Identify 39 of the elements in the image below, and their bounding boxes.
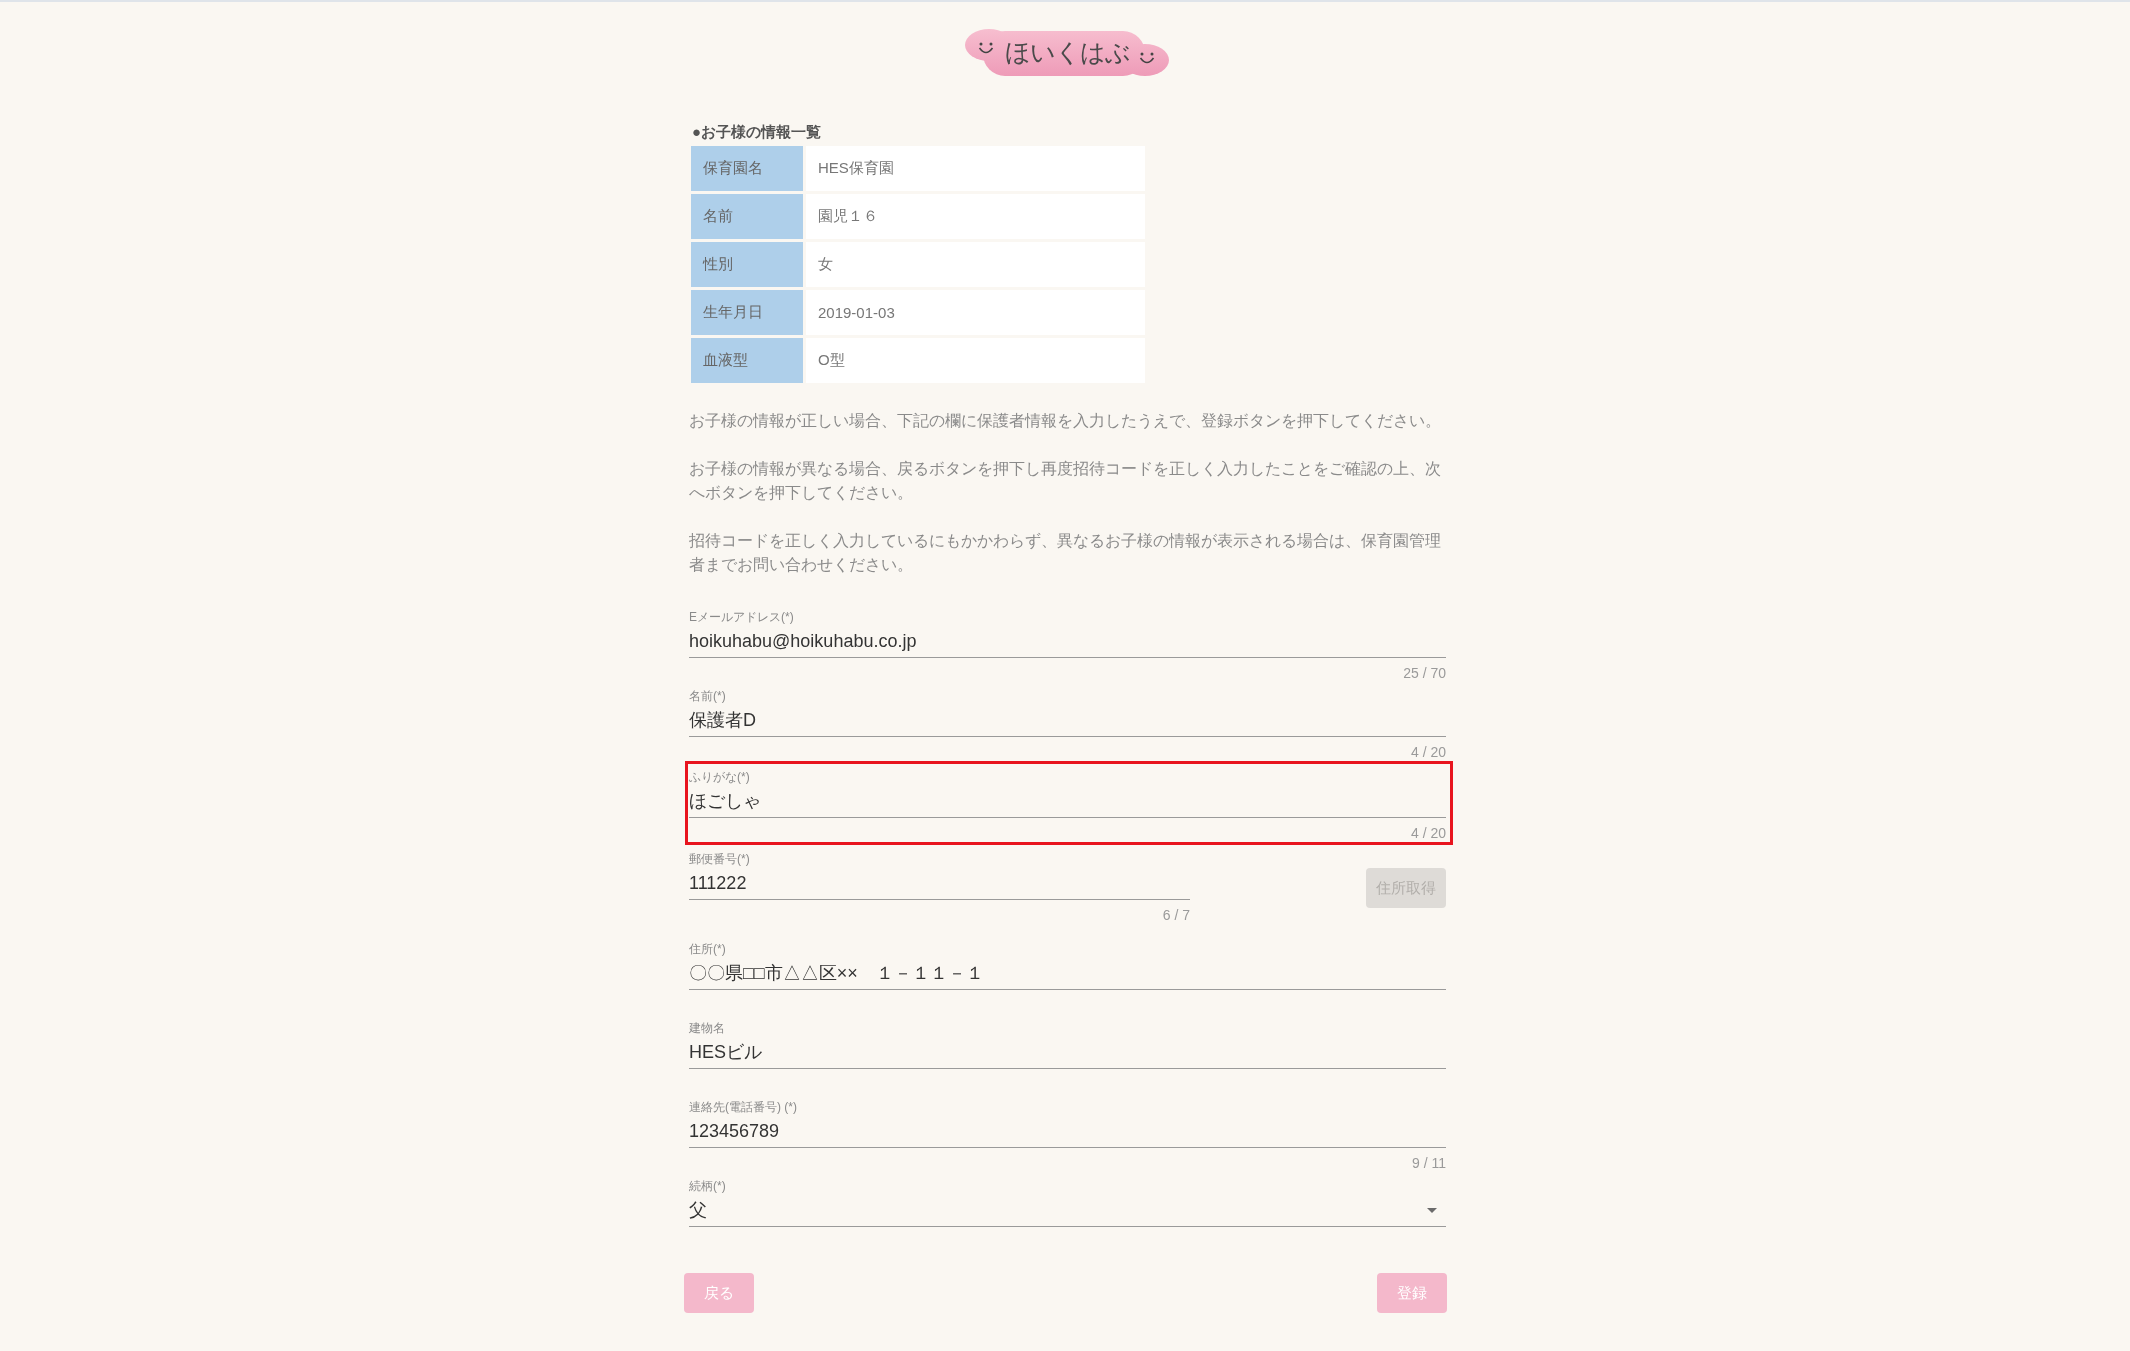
field-label: Eメールアドレス(*) (689, 609, 794, 625)
table-header-cell: 生年月日 (691, 290, 803, 335)
char-counter: 4 / 20 (1410, 743, 1446, 761)
field-label: 住所(*) (689, 941, 726, 957)
caret-icon (1427, 1207, 1437, 1213)
field-label: 連絡先(電話番号) (*) (689, 1099, 797, 1115)
field-label: ふりがな(*) (689, 769, 750, 785)
section-title: ●お子様の情報一覧 (692, 122, 822, 142)
table-cell: HES保育園 (806, 146, 1145, 191)
table-cell: 2019-01-03 (806, 290, 1145, 335)
field-label: 郵便番号(*) (689, 851, 750, 867)
instruction-text: お子様の情報が正しい場合、下記の欄に保護者情報を入力したうえで、登録ボタンを押下してください。 (689, 411, 1442, 431)
select-field[interactable]: 父 (689, 1194, 1446, 1227)
input-field[interactable]: 123456789 (689, 1115, 1446, 1148)
table-cell: 女 (806, 242, 1145, 287)
char-counter: 4 / 20 (1410, 824, 1446, 842)
table-header-cell: 保育園名 (691, 146, 803, 191)
instruction-text: お子様の情報が異なる場合、戻るボタンを押下し再度招待コードを正しく入力したことをご確認の上、次へボタンを押下してください。 (689, 459, 1442, 503)
smile-icon (1139, 52, 1155, 65)
field-label: 建物名 (689, 1020, 725, 1036)
table-header-cell: 性別 (691, 242, 803, 287)
input-field[interactable]: 111222 (689, 867, 1190, 900)
field-label: 続柄(*) (689, 1178, 726, 1194)
input-field[interactable]: HESビル (689, 1036, 1446, 1069)
logo-text: ほいくはぶ (1004, 37, 1130, 67)
field-label: 名前(*) (689, 688, 726, 704)
char-counter: 6 / 7 (1162, 906, 1190, 924)
smile-icon (978, 42, 994, 55)
input-field[interactable]: 〇〇県□□市△△区×× １－１１－１ (689, 957, 1446, 990)
char-counter: 9 / 11 (1412, 1154, 1446, 1172)
input-field[interactable]: hoikuhabu@hoikuhabu.co.jp (689, 625, 1446, 658)
input-field[interactable]: ほごしゃ (689, 785, 1446, 818)
char-counter: 25 / 70 (1403, 664, 1446, 682)
table-header-cell: 名前 (691, 194, 803, 239)
table-cell: O型 (806, 338, 1145, 383)
table-header-cell: 血液型 (691, 338, 803, 383)
table-cell: 園児１６ (806, 194, 1145, 239)
input-field[interactable]: 保護者D (689, 704, 1446, 737)
instruction-text: 招待コードを正しく入力しているにもかかわらず、異なるお子様の情報が表示される場合は、保育園管理者までお問い合わせください。 (689, 531, 1442, 575)
